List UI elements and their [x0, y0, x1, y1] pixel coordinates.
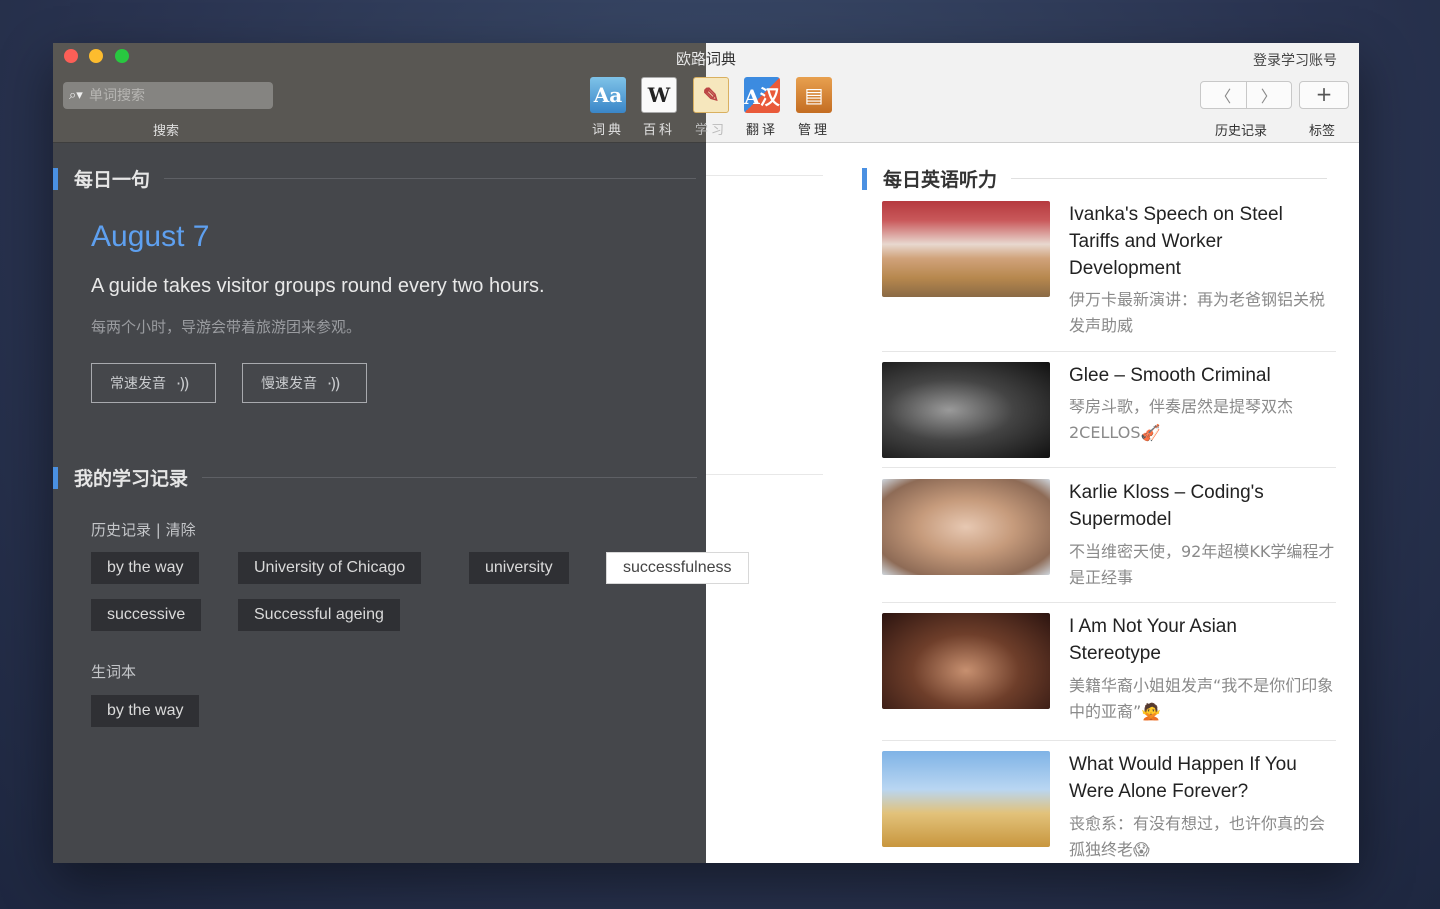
sentence-date: August 7: [91, 220, 210, 253]
listening-article[interactable]: I Am Not Your Asian Stereotype 美籍华裔小姐姐发声…: [882, 613, 1336, 741]
tool-translate[interactable]: A汉 翻译: [737, 77, 787, 138]
listening-article[interactable]: Karlie Kloss – Coding's Supermodel 不当维密天…: [882, 479, 1336, 603]
search-label: 搜索: [153, 124, 180, 139]
window-title: 欧路词典: [675, 50, 737, 68]
search-icon: ⌕▾: [69, 87, 83, 103]
article-thumbnail[interactable]: [882, 613, 1050, 709]
vocab-label: 生词本: [91, 663, 137, 681]
normal-speed-button[interactable]: 常速发音 ·)): [91, 363, 216, 403]
clear-history-link[interactable]: 清除: [166, 521, 196, 539]
daily-sentence-translation: 每两个小时，导游会带着旅游团来参观。: [91, 318, 362, 336]
vocab-chip[interactable]: by the way: [91, 695, 200, 727]
slow-speed-button[interactable]: 慢速发音 ·)): [242, 363, 367, 403]
search-input[interactable]: [89, 87, 259, 104]
listening-article[interactable]: What Would Happen If You Were Alone Fore…: [882, 751, 1336, 861]
history-chip[interactable]: by the way: [91, 552, 200, 584]
wikipedia-icon: W: [641, 77, 677, 113]
listening-heading: 每日英语听力: [862, 165, 1328, 192]
listening-article[interactable]: Ivanka's Speech on Steel Tariffs and Wor…: [882, 201, 1336, 352]
tool-manage[interactable]: ▤ 管理: [789, 77, 839, 138]
history-nav: 〈 〉: [1200, 81, 1292, 109]
tool-wikipedia[interactable]: W 百科: [634, 77, 684, 138]
speaker-wave-icon: ·)): [176, 373, 190, 393]
add-bookmark-button[interactable]: +: [1299, 81, 1349, 109]
plus-icon: +: [1315, 82, 1333, 106]
daily-sentence-heading: 每日一句: [53, 165, 697, 192]
bookmark-label: 标签: [1309, 124, 1336, 139]
login-link[interactable]: 登录学习账号: [1253, 50, 1337, 70]
forward-button[interactable]: 〉: [1245, 82, 1292, 108]
history-chip[interactable]: University of Chicago: [238, 552, 422, 584]
search-box[interactable]: ⌕▾: [63, 82, 273, 109]
listening-article[interactable]: Glee – Smooth Criminal 琴房斗歌，伴奏居然是提琴双杰2CE…: [882, 362, 1336, 468]
history-chip[interactable]: successfulness: [606, 552, 749, 584]
speaker-wave-icon: ·)): [327, 373, 341, 393]
article-thumbnail[interactable]: [882, 479, 1050, 575]
history-record-row: 历史记录 | 清除: [91, 521, 196, 539]
tool-dictionary[interactable]: Aa 词典: [583, 77, 633, 138]
article-thumbnail[interactable]: [882, 201, 1050, 297]
app-window: 欧路词典 登录学习账号 ⌕▾ 搜索 Aa 词典 W 百科 ✎ 学习 A汉 翻译 …: [53, 43, 1359, 863]
chevron-right-icon: 〉: [1260, 89, 1277, 106]
article-thumbnail[interactable]: [882, 751, 1050, 847]
back-button[interactable]: 〈: [1201, 82, 1246, 108]
right-pane: 每日英语听力 Ivanka's Speech on Steel Tariffs …: [828, 143, 1359, 863]
article-thumbnail[interactable]: [882, 362, 1050, 458]
history-label: 历史记录: [1215, 124, 1268, 139]
daily-sentence-text: A guide takes visitor groups round every…: [91, 275, 545, 297]
dictionary-icon: Aa: [590, 77, 626, 113]
history-chip[interactable]: Successful ageing: [238, 599, 400, 631]
chevron-left-icon: 〈: [1215, 89, 1232, 106]
history-chip[interactable]: university: [469, 552, 569, 584]
study-notebook-icon: ✎: [693, 77, 729, 113]
translate-icon: A汉: [744, 77, 780, 113]
manage-cabinet-icon: ▤: [796, 77, 832, 113]
study-record-heading: 我的学习记录: [53, 464, 698, 491]
tool-study[interactable]: ✎ 学习: [686, 77, 736, 138]
history-chip[interactable]: successive: [91, 599, 202, 631]
